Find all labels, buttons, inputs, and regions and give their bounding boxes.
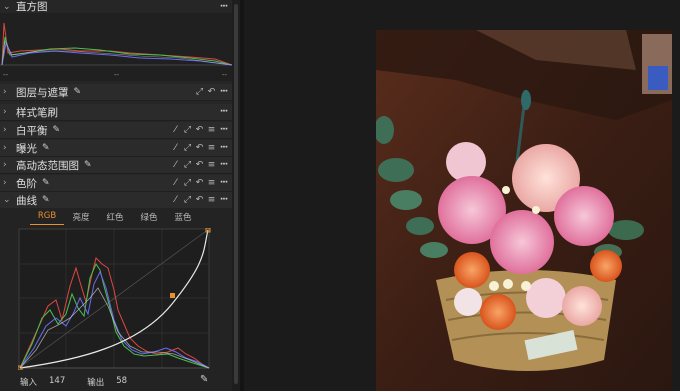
expand-icon[interactable]: ⤢ <box>195 87 204 97</box>
adjustments-sidebar: ⌄ 直方图 ··· -- -- -- › 图层与遮罩 ✎ ⤢ ↶ ··· › 样… <box>0 0 240 391</box>
histogram-tick: -- <box>222 71 228 79</box>
white-balance-header[interactable]: › 白平衡 ✎ ⁄ ⤢ ↶ ≡ ··· <box>0 122 232 139</box>
reset-icon[interactable]: ↶ <box>195 178 204 188</box>
levels-title: 色阶 <box>16 177 37 190</box>
reset-icon[interactable]: ↶ <box>207 87 216 97</box>
output-value: 58 <box>116 376 128 386</box>
brush-icon[interactable]: ⁄ <box>171 125 180 135</box>
expand-icon[interactable]: ⤢ <box>183 125 192 135</box>
histogram-title: 直方图 <box>16 1 48 13</box>
layers-masks-title: 图层与遮罩 <box>16 86 69 99</box>
curve-point-active[interactable] <box>170 293 175 298</box>
hdr-title: 高动态范围图 <box>16 159 79 172</box>
expand-icon[interactable]: ⤢ <box>183 160 192 170</box>
brush-icon[interactable]: ⁄ <box>171 178 180 188</box>
white-balance-title: 白平衡 <box>16 124 48 137</box>
more-icon[interactable]: ··· <box>219 125 228 135</box>
brush-icon[interactable]: ⁄ <box>171 160 180 170</box>
reset-icon[interactable]: ↶ <box>195 125 204 135</box>
layers-masks-header[interactable]: › 图层与遮罩 ✎ ⤢ ↶ ··· <box>0 84 232 101</box>
input-label: 输入 <box>20 378 38 388</box>
levels-header[interactable]: › 色阶 ✎ ⁄ ⤢ ↶ ≡ ··· <box>0 175 232 192</box>
more-icon[interactable]: ··· <box>219 160 228 170</box>
curves-channel-tabs: RGB 亮度 红色 绿色 蓝色 <box>30 211 200 225</box>
chevron-right-icon[interactable]: › <box>3 143 13 153</box>
presets-icon[interactable]: ≡ <box>207 178 216 188</box>
panel-divider[interactable] <box>240 0 244 391</box>
eyedropper-icon[interactable]: ✎ <box>84 160 92 170</box>
curve-graph[interactable] <box>18 228 212 370</box>
photo-preview[interactable] <box>376 30 672 391</box>
exposure-title: 曝光 <box>16 142 37 155</box>
curves-panel: RGB 亮度 红色 绿色 蓝色 输入 147 输出 58 ✎ <box>0 208 232 391</box>
more-icon[interactable]: ··· <box>219 87 228 97</box>
eyedropper-icon[interactable]: ✎ <box>42 143 50 153</box>
chevron-down-icon[interactable]: ⌄ <box>3 2 13 12</box>
expand-icon[interactable]: ⤢ <box>183 178 192 188</box>
chevron-right-icon[interactable]: › <box>3 87 13 97</box>
tab-rgb[interactable]: RGB <box>30 211 64 225</box>
expand-icon[interactable]: ⤢ <box>183 195 192 205</box>
curve-readout: 输入 147 输出 58 <box>20 376 127 388</box>
scrollbar-thumb[interactable] <box>234 4 238 384</box>
more-icon[interactable]: ··· <box>219 178 228 188</box>
histogram-panel: -- -- -- <box>0 13 233 81</box>
eyedropper-icon[interactable]: ✎ <box>200 374 208 385</box>
eyedropper-icon[interactable]: ✎ <box>74 87 82 97</box>
output-label: 输出 <box>87 378 105 388</box>
tab-green[interactable]: 绿色 <box>132 211 166 225</box>
sidebar-scrollbar[interactable] <box>232 0 240 391</box>
eyedropper-icon[interactable]: ✎ <box>42 195 50 205</box>
chevron-right-icon[interactable]: › <box>3 160 13 170</box>
tab-luma[interactable]: 亮度 <box>64 211 98 225</box>
histogram-header[interactable]: ⌄ 直方图 ··· <box>0 0 232 13</box>
image-viewer <box>240 0 680 391</box>
tab-red[interactable]: 红色 <box>98 211 132 225</box>
eyedropper-icon[interactable]: ✎ <box>53 125 61 135</box>
reset-icon[interactable]: ↶ <box>195 160 204 170</box>
hdr-header[interactable]: › 高动态范围图 ✎ ⁄ ⤢ ↶ ≡ ··· <box>0 157 232 174</box>
presets-icon[interactable]: ≡ <box>207 143 216 153</box>
presets-icon[interactable]: ≡ <box>207 125 216 135</box>
style-brush-header[interactable]: › 样式笔刷 ··· <box>0 104 232 121</box>
histogram-tick: -- <box>3 71 9 79</box>
tab-blue[interactable]: 蓝色 <box>166 211 200 225</box>
brush-icon[interactable]: ⁄ <box>171 143 180 153</box>
reset-icon[interactable]: ↶ <box>195 143 204 153</box>
expand-icon[interactable]: ⤢ <box>183 143 192 153</box>
more-icon[interactable]: ··· <box>219 2 228 12</box>
chevron-right-icon[interactable]: › <box>3 178 13 188</box>
reset-icon[interactable]: ↶ <box>195 195 204 205</box>
presets-icon[interactable]: ≡ <box>207 195 216 205</box>
curves-title: 曲线 <box>16 194 37 207</box>
curves-header[interactable]: ⌄ 曲线 ✎ ⁄ ⤢ ↶ ≡ ··· <box>0 192 232 209</box>
more-icon[interactable]: ··· <box>219 195 228 205</box>
presets-icon[interactable]: ≡ <box>207 160 216 170</box>
chevron-right-icon[interactable]: › <box>3 125 13 135</box>
eyedropper-icon[interactable]: ✎ <box>42 178 50 188</box>
chevron-down-icon[interactable]: ⌄ <box>3 195 13 205</box>
style-brush-title: 样式笔刷 <box>16 106 58 119</box>
histogram-tick: -- <box>114 71 120 79</box>
exposure-header[interactable]: › 曝光 ✎ ⁄ ⤢ ↶ ≡ ··· <box>0 140 232 157</box>
flower-basket-photo <box>376 30 672 391</box>
brush-icon[interactable]: ⁄ <box>171 195 180 205</box>
input-value: 147 <box>49 376 66 386</box>
chevron-right-icon[interactable]: › <box>3 107 13 117</box>
more-icon[interactable]: ··· <box>219 107 228 117</box>
histogram-graph: -- -- -- <box>0 22 233 79</box>
more-icon[interactable]: ··· <box>219 143 228 153</box>
